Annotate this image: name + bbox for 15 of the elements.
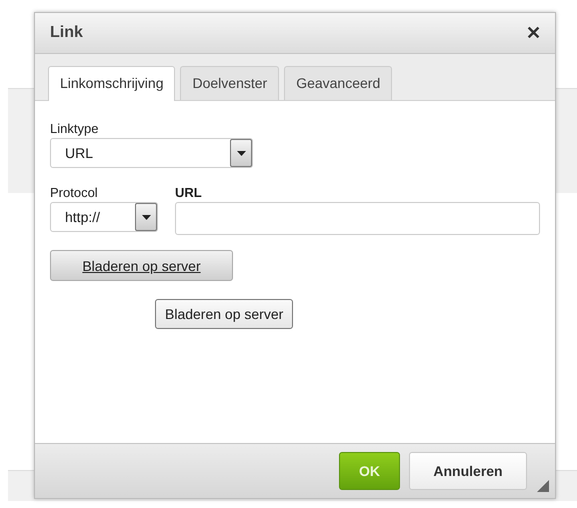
tab[interactable]: Doelvenster (180, 66, 280, 100)
field-label: Protocol (50, 185, 98, 200)
url-input-field[interactable] (175, 202, 540, 235)
resize-grip-icon (537, 480, 549, 492)
dialog-button[interactable]: Annuleren (409, 452, 527, 490)
tab[interactable]: Linkomschrijving (48, 66, 176, 101)
tab[interactable]: Geavanceerd (284, 66, 392, 100)
close-button[interactable]: ✕ (526, 22, 541, 44)
field-label: Linktype (50, 121, 98, 136)
protocol-dropdown[interactable]: http:// (50, 202, 158, 232)
browse-server-button[interactable]: Bladeren op server (155, 299, 294, 329)
dialog-title: Link (50, 24, 83, 42)
linktype-dropdown[interactable]: URL (50, 138, 253, 168)
browse-server-button[interactable]: Bladeren op server (50, 250, 233, 281)
field-label: URL (175, 185, 202, 200)
